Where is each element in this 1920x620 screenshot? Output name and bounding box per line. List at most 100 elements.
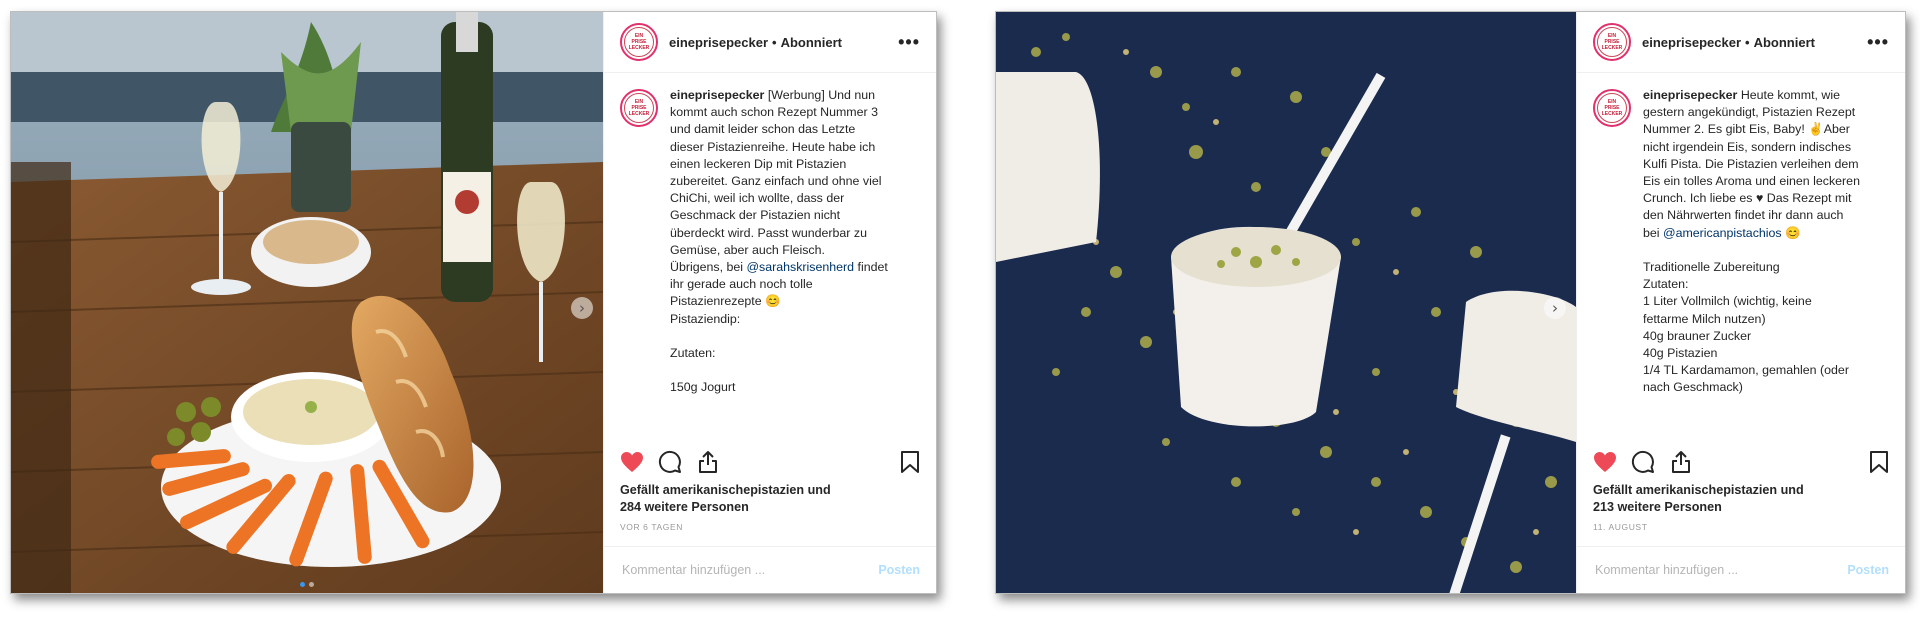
header-username[interactable]: eineprisepecker — [1642, 35, 1741, 50]
mention-link[interactable]: @sarahskrisenherd — [746, 260, 854, 274]
profile-avatar[interactable]: EIN PRISE LECKER — [1593, 23, 1631, 61]
caption-line: 1 Liter Vollmilch (wichtig, keine — [1643, 294, 1812, 309]
follow-status-button[interactable]: Abonniert — [781, 35, 842, 50]
caption-line: Zutaten: — [670, 346, 716, 361]
chevron-right-icon: › — [1552, 299, 1558, 317]
heart-icon[interactable] — [1593, 451, 1617, 473]
caption-text: eineprisepecker Heute kommt, wie gestern… — [1643, 87, 1860, 442]
caption-line: 150g Jogurt — [670, 380, 736, 395]
avatar-text-3: LECKER — [628, 111, 650, 117]
more-icon[interactable]: ••• — [1867, 32, 1889, 53]
avatar-logo: EIN PRISE LECKER — [1597, 27, 1627, 57]
caption-line: gestern angekündigt, Pistazien Rezept — [1643, 105, 1856, 120]
likes-count[interactable]: 284 weitere Personen — [620, 499, 920, 516]
caption-line: nicht irgendein Eis, sondern indisches — [1643, 139, 1852, 154]
avatar-text-3: LECKER — [1601, 111, 1623, 117]
post-actions — [1577, 442, 1905, 482]
post-photo-pistachio-dip[interactable]: › — [11, 12, 603, 593]
bookmark-icon[interactable] — [1869, 450, 1889, 474]
kulfi-pista-image — [996, 12, 1576, 593]
likes-line: Gefällt amerikanischepistazien und — [620, 483, 831, 497]
comment-bar: Posten — [1577, 546, 1905, 593]
caption-line: Pistaziendip: — [670, 311, 741, 326]
post-side-panel: EIN PRISE LECKER eineprisepecker • Abonn… — [603, 12, 936, 593]
caption-line: nach Geschmack) — [1643, 380, 1743, 395]
follow-status-button[interactable]: Abonniert — [1754, 35, 1815, 50]
carousel-dot-active — [300, 582, 305, 587]
caption-line: Übrigens, bei — [670, 260, 747, 275]
caption-line: den Nährwerten findet ihr dann auch — [1643, 208, 1844, 223]
caption-line: einen leckeren Dip mit Pistazien — [670, 156, 847, 171]
caption-line: bei — [1643, 225, 1663, 240]
caption-line — [670, 362, 888, 379]
post-caption: EIN PRISE LECKER eineprisepecker [Werbun… — [604, 73, 936, 442]
share-icon[interactable] — [696, 450, 720, 474]
heart-icon[interactable] — [620, 451, 644, 473]
caption-line: ihr gerade auch noch tolle — [670, 277, 813, 292]
avatar-logo: EIN PRISE LECKER — [624, 27, 654, 57]
pistachio-dip-image — [11, 12, 603, 593]
caption-line: 😊 — [1781, 225, 1801, 240]
caption-line: [Werbung] Und nun — [767, 88, 876, 102]
avatar-logo: EIN PRISE LECKER — [624, 93, 654, 123]
likes-summary[interactable]: Gefällt amerikanischepistazien und 284 w… — [604, 482, 936, 516]
caption-line: überdeckt wird. Passt wunderbar zu — [670, 225, 867, 240]
instagram-post-kulfi: › EIN PRISE LECKER eineprisepecker • Abo… — [995, 11, 1906, 594]
post-comment-button[interactable]: Posten — [878, 563, 920, 577]
caption-line: und damit leider schon das Letzte — [670, 122, 856, 137]
carousel-dots — [300, 582, 314, 587]
likes-summary[interactable]: Gefällt amerikanischepistazien und 213 w… — [1577, 482, 1905, 516]
caption-line: Geschmack der Pistazien nicht — [670, 208, 841, 223]
share-icon[interactable] — [1669, 450, 1693, 474]
caption-line: Gemüse, aber auch Fleisch. — [670, 242, 825, 257]
post-photo-kulfi-pista[interactable]: › — [996, 12, 1576, 593]
caption-line: fettarme Milch nutzen) — [1643, 311, 1766, 326]
header-username[interactable]: eineprisepecker — [669, 35, 768, 50]
caption-line: 40g brauner Zucker — [1643, 328, 1752, 343]
avatar-text-3: LECKER — [628, 45, 650, 51]
mention-link[interactable]: @americanpistachios — [1663, 226, 1782, 240]
post-actions — [604, 442, 936, 482]
post-side-panel: EIN PRISE LECKER eineprisepecker • Abonn… — [1576, 12, 1905, 593]
carousel-next-button[interactable]: › — [1544, 297, 1566, 319]
post-header: EIN PRISE LECKER eineprisepecker • Abonn… — [604, 12, 936, 73]
caption-line: Nummer 2. Es gibt Eis, Baby! ✌️Aber — [1643, 122, 1850, 137]
carousel-next-button[interactable]: › — [571, 297, 593, 319]
caption-line: Traditionelle Zubereitung — [1643, 260, 1780, 275]
header-separator: • — [772, 34, 777, 50]
caption-line: Pistazienrezepte 😊 — [670, 294, 781, 309]
carousel-dot — [309, 582, 314, 587]
chevron-right-icon: › — [579, 299, 585, 317]
more-icon[interactable]: ••• — [898, 32, 920, 53]
caption-line: ChiChi, weil ich wollte, dass der — [670, 191, 845, 206]
comment-input[interactable] — [620, 562, 879, 578]
comment-input[interactable] — [1593, 562, 1848, 578]
comment-icon[interactable] — [1631, 450, 1655, 474]
post-date[interactable]: VOR 6 TAGEN — [604, 516, 936, 532]
post-date[interactable]: 11. AUGUST — [1577, 516, 1905, 532]
caption-line — [670, 328, 888, 345]
likes-line: Gefällt amerikanischepistazien und — [1593, 483, 1804, 497]
caption-line: findet — [854, 260, 888, 275]
caption-avatar[interactable]: EIN PRISE LECKER — [620, 89, 658, 127]
profile-avatar[interactable]: EIN PRISE LECKER — [620, 23, 658, 61]
caption-avatar[interactable]: EIN PRISE LECKER — [1593, 89, 1631, 127]
caption-line: 40g Pistazien — [1643, 346, 1718, 361]
instagram-post-dip: › EIN PRISE LECKER eineprisepecker • Abo… — [10, 11, 937, 594]
caption-username[interactable]: eineprisepecker — [670, 88, 764, 102]
post-caption: EIN PRISE LECKER eineprisepecker Heute k… — [1577, 73, 1905, 442]
caption-line: Kulfi Pista. Die Pistazien verleihen dem — [1643, 156, 1859, 171]
avatar-text-3: LECKER — [1601, 45, 1623, 51]
post-header: EIN PRISE LECKER eineprisepecker • Abonn… — [1577, 12, 1905, 73]
bookmark-icon[interactable] — [900, 450, 920, 474]
caption-line: dieser Pistazienreihe. Heute habe ich — [670, 139, 876, 154]
likes-count[interactable]: 213 weitere Personen — [1593, 499, 1889, 516]
caption-username[interactable]: eineprisepecker — [1643, 88, 1737, 102]
comment-icon[interactable] — [658, 450, 682, 474]
caption-line: 1/4 TL Kardamamon, gemahlen (oder — [1643, 363, 1849, 378]
comment-bar: Posten — [604, 546, 936, 593]
header-separator: • — [1745, 34, 1750, 50]
post-comment-button[interactable]: Posten — [1847, 563, 1889, 577]
caption-line: Crunch. Ich liebe es ♥ Das Rezept mit — [1643, 191, 1852, 206]
caption-line: Heute kommt, wie — [1740, 88, 1840, 102]
